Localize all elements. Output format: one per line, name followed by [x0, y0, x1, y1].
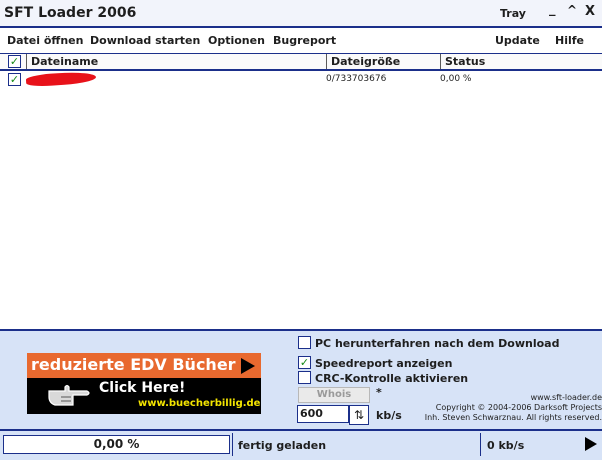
credits: www.sft-loader.de Copyright © 2004-2006 …: [425, 393, 602, 423]
banner-headline-strip: reduzierte EDV Bücher: [27, 353, 261, 378]
download-list[interactable]: ✓ Dateiname Dateigröße Status ✓ 0/733703…: [0, 53, 602, 330]
minimize-button[interactable]: _: [549, 2, 556, 17]
current-speed: 0 kb/s: [487, 439, 525, 452]
status-separator: [232, 433, 233, 456]
column-check[interactable]: ✓: [0, 54, 26, 69]
column-header-name[interactable]: Dateiname: [26, 54, 326, 69]
window-title: SFT Loader 2006: [4, 5, 137, 21]
speed-limit-input[interactable]: [297, 405, 349, 423]
credits-website[interactable]: www.sft-loader.de: [425, 393, 602, 403]
menu-bar: Datei öffnen Download starten Optionen B…: [0, 28, 602, 52]
speed-unit-label: kb/s: [376, 409, 402, 422]
row-checkbox[interactable]: ✓: [8, 73, 21, 86]
whois-button[interactable]: Whois: [298, 387, 370, 403]
speedreport-checkbox[interactable]: ✓: [298, 356, 311, 369]
credits-owner: Inh. Steven Schwarznau. All rights reser…: [424, 413, 602, 422]
shutdown-label: PC herunterfahren nach dem Download: [315, 337, 560, 350]
maximize-button[interactable]: ^: [567, 3, 577, 17]
close-button[interactable]: X: [585, 4, 595, 19]
menu-bugreport[interactable]: Bugreport: [273, 34, 336, 47]
menu-open-file[interactable]: Datei öffnen: [7, 34, 83, 47]
tray-button[interactable]: Tray: [500, 7, 526, 20]
shutdown-checkbox[interactable]: [298, 336, 311, 349]
menu-update[interactable]: Update: [495, 34, 540, 47]
select-all-checkbox[interactable]: ✓: [8, 55, 21, 68]
progress-bar: 0,00 %: [3, 435, 230, 454]
status-text: fertig geladen: [238, 439, 327, 452]
progress-text: 0,00 %: [93, 437, 140, 451]
crc-checkbox[interactable]: [298, 371, 311, 384]
options-panel: reduzierte EDV Bücher Click Here! www.bu…: [0, 329, 602, 431]
column-header-status[interactable]: Status: [440, 54, 602, 69]
banner-cta: Click Here!: [99, 380, 186, 396]
status-bar: 0,00 % fertig geladen 0 kb/s: [0, 429, 602, 460]
banner-headline: reduzierte EDV Bücher: [31, 355, 236, 374]
crc-label: CRC-Kontrolle aktivieren: [315, 372, 469, 385]
redacted-filename: [25, 70, 97, 88]
menu-start-download[interactable]: Download starten: [90, 34, 200, 47]
title-bar: SFT Loader 2006 Tray _ ^ X: [0, 0, 602, 28]
menu-options[interactable]: Optionen: [208, 34, 265, 47]
pointing-hand-icon: [48, 384, 90, 406]
row-status: 0,00 %: [440, 74, 472, 84]
menu-help[interactable]: Hilfe: [555, 34, 584, 47]
speedreport-label: Speedreport anzeigen: [315, 357, 453, 370]
speed-spinner-icon[interactable]: ⇅: [349, 405, 369, 425]
credits-copyright: Copyright © 2004-2006 Darksoft Projects: [435, 403, 602, 412]
list-header: ✓ Dateiname Dateigröße Status: [0, 54, 602, 71]
table-row[interactable]: ✓ 0/733703676 0,00 %: [0, 70, 602, 88]
play-icon[interactable]: [585, 437, 597, 451]
row-size: 0/733703676: [326, 74, 387, 84]
ad-banner[interactable]: reduzierte EDV Bücher Click Here! www.bu…: [27, 353, 261, 414]
banner-url: www.buecherbillig.de: [138, 398, 261, 409]
arrow-right-icon: [241, 358, 255, 374]
column-header-size[interactable]: Dateigröße: [326, 54, 440, 69]
status-separator: [480, 433, 481, 456]
asterisk-note: *: [376, 386, 382, 399]
